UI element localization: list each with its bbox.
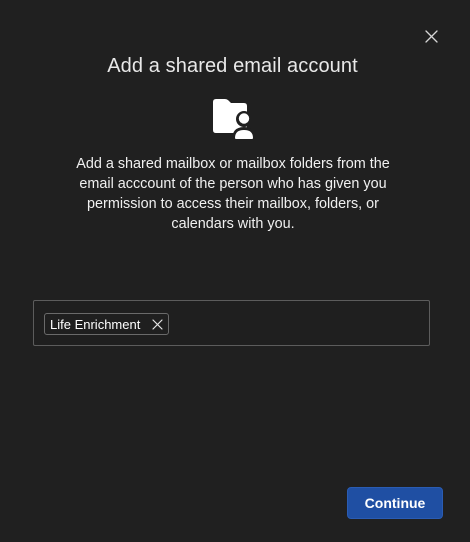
close-button[interactable] bbox=[418, 23, 444, 49]
close-icon bbox=[424, 29, 438, 43]
add-shared-account-dialog: Add a shared email account Add a shared … bbox=[0, 0, 470, 542]
dialog-description: Add a shared mailbox or mailbox folders … bbox=[76, 156, 390, 232]
remove-recipient-button[interactable] bbox=[150, 317, 164, 331]
recipient-chip[interactable]: Life Enrichment bbox=[44, 313, 170, 335]
shared-folder-person-icon bbox=[213, 99, 256, 140]
recipient-chip-label: Life Enrichment bbox=[50, 316, 141, 332]
dialog-title: Add a shared email account bbox=[107, 55, 358, 77]
shared-mailbox-input[interactable]: Life Enrichment bbox=[33, 300, 430, 346]
continue-button[interactable]: Continue bbox=[347, 487, 443, 519]
dismiss-icon bbox=[152, 318, 163, 330]
